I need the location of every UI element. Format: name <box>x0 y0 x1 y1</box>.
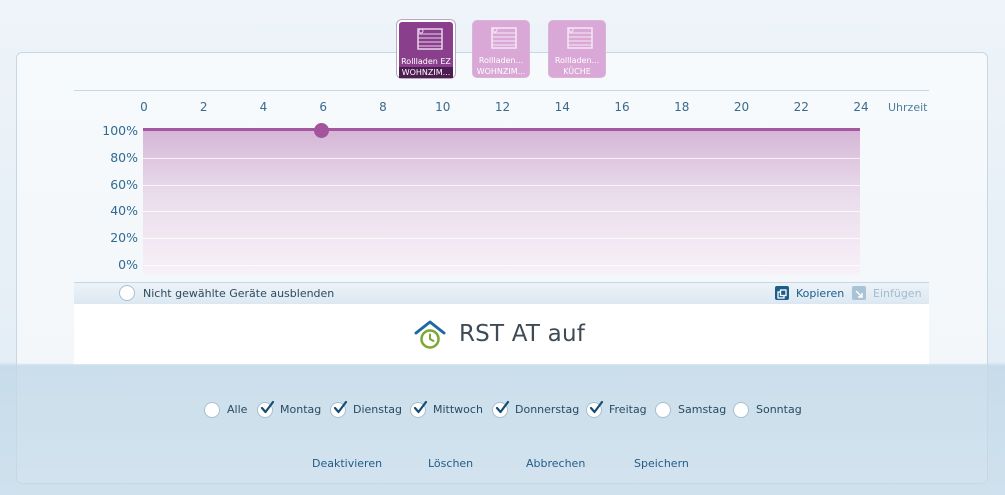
roller-shutter-icon <box>417 28 443 50</box>
x-tick-label: 2 <box>199 100 208 114</box>
device-tile-rollladen-ez[interactable]: Rollladen EZ WOHNZIM... <box>397 20 455 78</box>
home-clock-icon <box>414 320 446 349</box>
x-tick-label: 18 <box>674 100 690 114</box>
x-tick-label: 16 <box>614 100 630 114</box>
y-tick-label: 40% <box>110 203 138 219</box>
x-tick-label: 12 <box>494 100 511 114</box>
day-checkbox-friday[interactable] <box>586 400 604 418</box>
x-tick-label: 8 <box>379 100 387 114</box>
checkmark-icon <box>260 400 275 414</box>
device-tile-rollladen-wohnzimmer[interactable]: Rollladen... WOHNZIM... <box>472 20 530 78</box>
roller-shutter-icon <box>491 27 517 49</box>
gridline <box>143 265 860 266</box>
gridline <box>143 184 860 186</box>
x-tick-label: 20 <box>733 100 750 114</box>
day-label-sunday[interactable]: Sonntag <box>756 403 802 416</box>
day-label-friday[interactable]: Freitag <box>609 403 647 416</box>
x-tick-label: 4 <box>259 100 268 114</box>
cancel-button[interactable]: Abbrechen <box>526 457 585 470</box>
day-checkbox-all[interactable] <box>204 402 220 418</box>
y-tick-label: 20% <box>110 230 138 246</box>
device-name-line1: Rollladen... <box>478 56 524 65</box>
y-tick-label: 100% <box>102 123 138 138</box>
checkmark-icon <box>333 400 348 414</box>
x-tick-label: 10 <box>435 100 451 114</box>
paste-icon[interactable] <box>852 286 866 300</box>
x-tick-label: 14 <box>554 100 570 114</box>
x-tick-label: 22 <box>793 100 809 114</box>
timer-title: RST AT auf <box>459 321 586 347</box>
x-tick-label: 6 <box>319 100 328 114</box>
day-label-all[interactable]: Alle <box>227 403 247 416</box>
x-axis-label: Uhrzeit <box>888 101 928 114</box>
paste-button[interactable]: Einfügen <box>873 287 922 300</box>
day-checkbox-monday[interactable] <box>257 400 275 418</box>
x-tick-label: 0 <box>140 100 148 114</box>
day-checkbox-thursday[interactable] <box>492 400 510 418</box>
day-checkbox-sunday[interactable] <box>733 402 749 418</box>
hide-unselected-label: Nicht gewählte Geräte ausblenden <box>143 287 335 300</box>
checkmark-icon <box>589 400 604 414</box>
day-checkbox-saturday[interactable] <box>655 402 671 418</box>
schedule-line <box>143 128 860 131</box>
copy-icon[interactable] <box>775 286 789 300</box>
day-label-monday[interactable]: Montag <box>280 403 321 416</box>
save-button[interactable]: Speichern <box>634 457 689 470</box>
hide-unselected-checkbox[interactable] <box>119 285 135 301</box>
checkmark-icon <box>495 400 510 414</box>
day-label-wednesday[interactable]: Mittwoch <box>433 403 483 416</box>
y-tick-label: 60% <box>110 176 138 192</box>
x-tick-label: 24 <box>853 100 869 114</box>
y-tick-label: 0% <box>118 257 138 272</box>
device-room: WOHNZIM... <box>399 67 453 78</box>
device-name-line1: Rollladen EZ <box>399 56 453 67</box>
y-tick-label: 80% <box>110 149 138 165</box>
gridline <box>143 238 860 240</box>
checkmark-icon <box>413 400 428 414</box>
roller-shutter-icon <box>567 27 593 49</box>
delete-button[interactable]: Löschen <box>428 457 473 470</box>
day-label-thursday[interactable]: Donnerstag <box>515 403 579 416</box>
deactivate-button[interactable]: Deaktivieren <box>312 457 382 470</box>
day-checkbox-wednesday[interactable] <box>410 400 428 418</box>
device-room: WOHNZIM... <box>476 67 526 76</box>
copy-button[interactable]: Kopieren <box>796 287 844 300</box>
device-tile-rollladen-kueche[interactable]: Rollladen... KÜCHE <box>548 20 606 78</box>
schedule-control-point[interactable] <box>314 123 329 138</box>
schedule-area-fill <box>143 129 860 275</box>
chart-top-rule <box>74 90 929 91</box>
device-name-line1: Rollladen... <box>554 56 600 65</box>
day-label-saturday[interactable]: Samstag <box>678 403 726 416</box>
day-checkbox-tuesday[interactable] <box>330 400 348 418</box>
gridline <box>143 211 860 213</box>
device-room: KÜCHE <box>563 67 591 76</box>
day-label-tuesday[interactable]: Dienstag <box>353 403 402 416</box>
gridline <box>143 157 860 159</box>
